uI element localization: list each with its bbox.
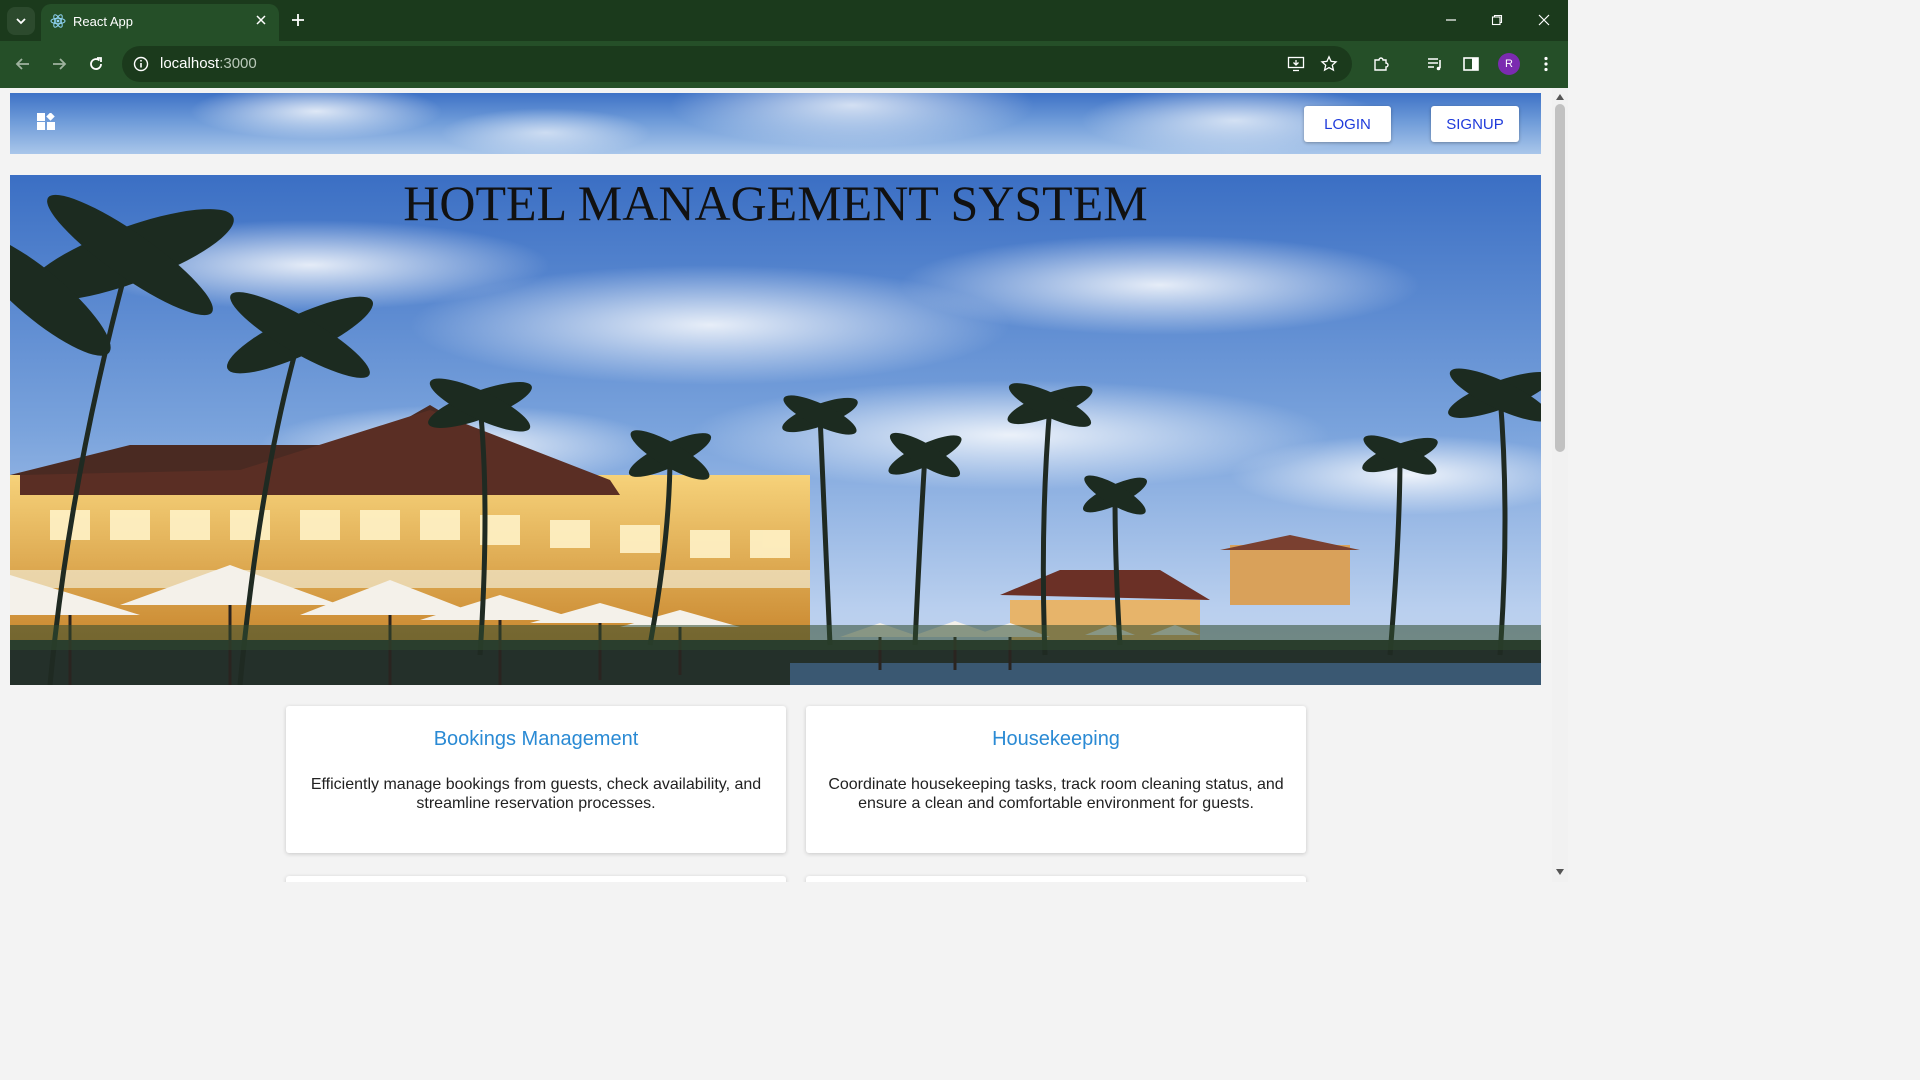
restore-button[interactable] — [1489, 12, 1505, 28]
media-controls-button[interactable] — [1424, 53, 1446, 75]
scroll-thumb[interactable] — [1555, 104, 1565, 452]
hero-banner: HOTEL MANAGEMENT SYSTEM — [10, 175, 1541, 685]
puzzle-icon — [1374, 57, 1389, 71]
install-icon — [1287, 56, 1305, 72]
card-description: Coordinate housekeeping tasks, track roo… — [828, 776, 1284, 812]
feature-card-housekeeping: Housekeeping Coordinate housekeeping tas… — [806, 706, 1306, 853]
page-viewport: LOGIN SIGNUP HOTEL MANAGEMENT SYSTEM Boo… — [0, 88, 1552, 882]
tab-search-button[interactable] — [7, 7, 35, 35]
page-scrollbar[interactable] — [1552, 88, 1568, 882]
close-icon — [256, 15, 266, 25]
browser-menu-button[interactable] — [1535, 53, 1557, 75]
signup-button[interactable]: SIGNUP — [1431, 106, 1519, 142]
new-tab-button[interactable] — [288, 10, 308, 30]
forward-button[interactable] — [48, 53, 70, 75]
bookmark-button[interactable] — [1318, 53, 1340, 75]
chevron-down-icon — [16, 18, 26, 25]
minimize-button[interactable] — [1443, 12, 1459, 28]
feature-card-partial — [806, 876, 1306, 882]
url-host: localhost — [160, 55, 220, 72]
info-icon — [133, 56, 149, 72]
url-text: localhost:3000 — [160, 55, 257, 72]
scroll-down-arrow[interactable] — [1556, 868, 1564, 876]
scroll-up-arrow[interactable] — [1556, 93, 1564, 101]
more-vert-icon — [1544, 56, 1548, 72]
site-header: LOGIN SIGNUP — [10, 93, 1541, 154]
react-icon — [50, 14, 66, 28]
reload-icon — [90, 57, 102, 70]
feature-card-bookings: Bookings Management Efficiently manage b… — [286, 706, 786, 853]
arrow-left-icon — [15, 58, 29, 70]
back-button[interactable] — [12, 53, 34, 75]
triangle-up-icon — [1556, 94, 1564, 100]
minimize-icon — [1446, 19, 1456, 21]
browser-toolbar: localhost:3000 R — [0, 41, 1568, 88]
close-window-button[interactable] — [1536, 12, 1552, 28]
feature-card-partial — [286, 876, 786, 882]
tab-close-button[interactable] — [253, 12, 269, 28]
restore-icon — [1491, 14, 1503, 26]
card-title[interactable]: Bookings Management — [286, 728, 786, 751]
hotel-resort-image — [10, 175, 1541, 685]
card-description: Efficiently manage bookings from guests,… — [310, 776, 762, 812]
playlist-icon — [1428, 58, 1441, 71]
side-panel-button[interactable] — [1460, 53, 1482, 75]
reload-button[interactable] — [85, 53, 107, 75]
page-title: HOTEL MANAGEMENT SYSTEM — [403, 175, 1148, 231]
login-button[interactable]: LOGIN — [1304, 106, 1391, 142]
dashboard-grid-icon[interactable] — [36, 113, 56, 133]
close-icon — [1538, 14, 1550, 26]
star-icon — [1320, 55, 1338, 72]
browser-tab-bar: React App — [0, 0, 1568, 41]
profile-avatar[interactable]: R — [1498, 53, 1520, 75]
url-port: :3000 — [219, 55, 257, 72]
browser-tab-active[interactable]: React App — [41, 4, 279, 41]
tab-title: React App — [73, 14, 133, 29]
extensions-button[interactable] — [1370, 53, 1392, 75]
install-app-button[interactable] — [1285, 53, 1307, 75]
triangle-down-icon — [1556, 869, 1564, 875]
side-panel-icon — [1463, 57, 1479, 71]
arrow-right-icon — [53, 58, 67, 70]
site-info-button[interactable] — [132, 55, 150, 73]
plus-icon — [292, 14, 304, 26]
address-bar[interactable]: localhost:3000 — [122, 46, 1352, 82]
card-title[interactable]: Housekeeping — [806, 728, 1306, 751]
